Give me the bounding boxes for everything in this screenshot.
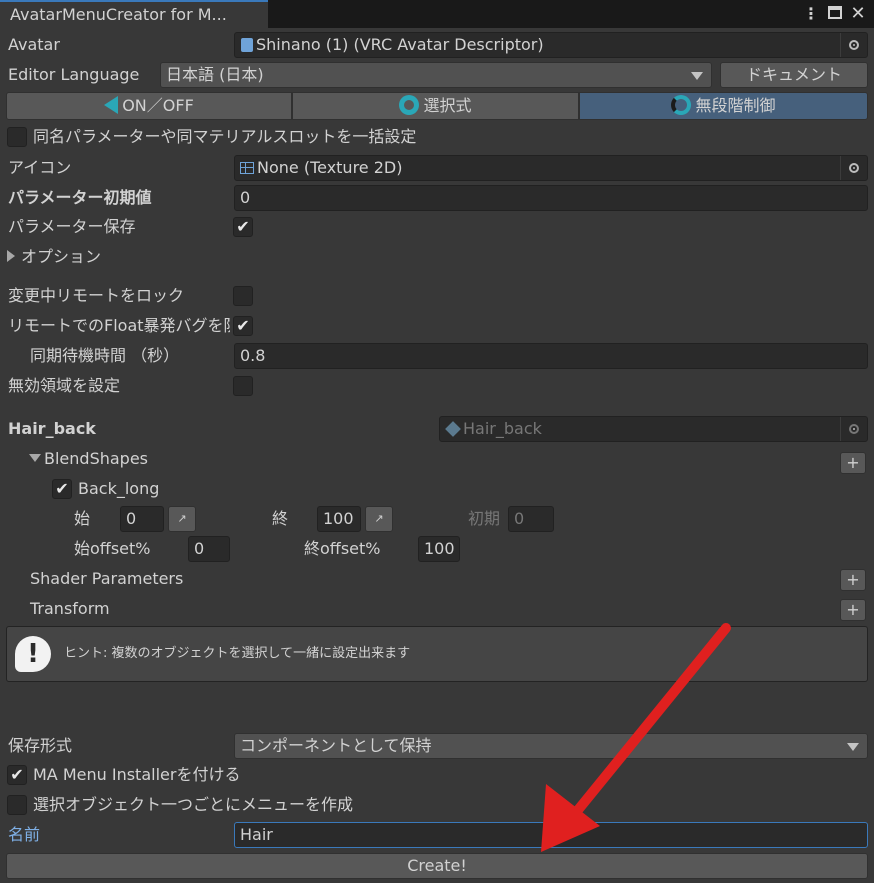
annotation-arrow-icon (541, 623, 731, 852)
